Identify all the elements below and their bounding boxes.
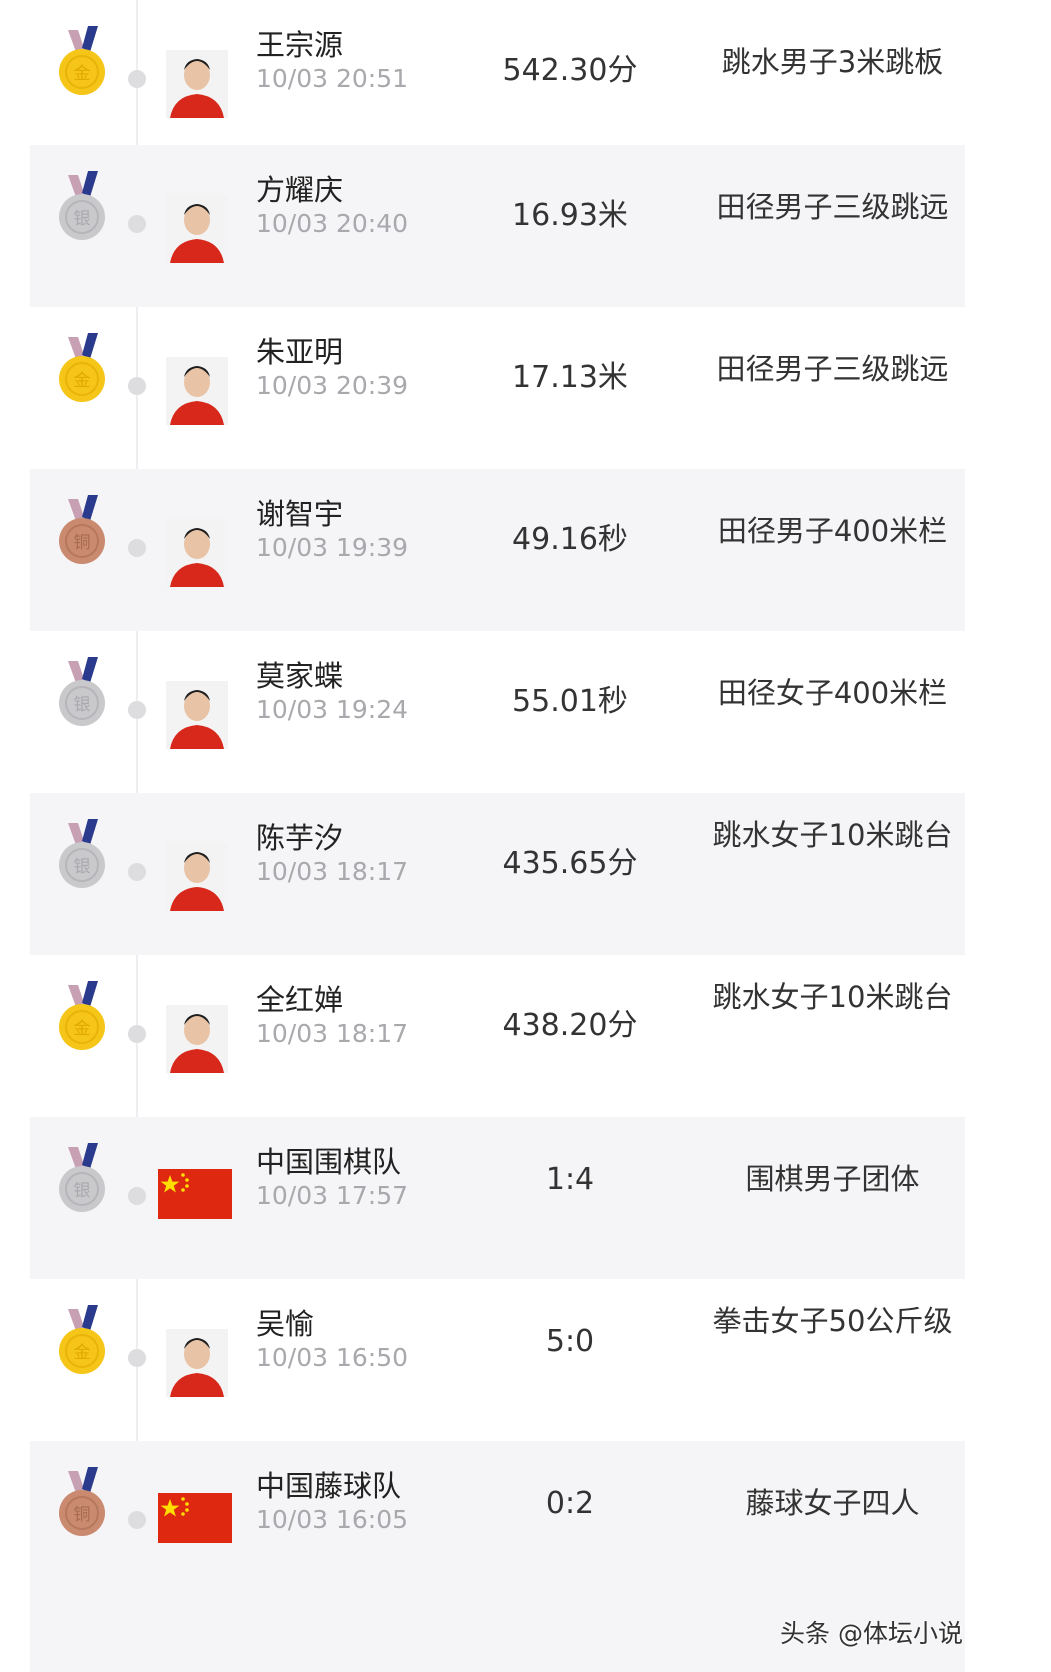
result-score: 1:4 [545,1162,595,1197]
medal-row[interactable]: 铜 谢智宇 10/03 19:39 49.16秒 田径男子400米栏 [30,469,965,631]
athlete-name: 谢智宇 [256,497,344,531]
athlete-avatar [166,50,228,118]
result-time: 10/03 20:51 [256,64,409,93]
event-name: 围棋男子团体 [745,1162,920,1196]
timeline-dot [128,1511,146,1529]
result-score: 435.65分 [502,846,638,881]
china-flag-icon [158,1493,232,1543]
medal-label: 铜 [74,533,91,553]
china-flag-icon [158,1169,232,1219]
athlete-name: 王宗源 [256,28,344,62]
timeline-dot [128,70,146,88]
athlete-avatar [166,1329,228,1397]
result-time: 10/03 17:57 [256,1181,409,1210]
medal-row[interactable]: 金 朱亚明 10/03 20:39 17.13米 田径男子三级跳远 [30,307,965,469]
medal-icon: 铜 [58,491,106,569]
event-name: 跳水男子3米跳板 [721,45,944,79]
medal-row[interactable]: 银 莫家蝶 10/03 19:24 55.01秒 田径女子400米栏 [30,631,965,793]
athlete-avatar [166,843,228,911]
team-name: 中国围棋队 [256,1145,402,1179]
result-time: 10/03 20:40 [256,209,409,238]
athlete-avatar [166,1005,228,1073]
athlete-name: 全红婵 [256,983,344,1017]
medal-row[interactable]: 银 陈芋汐 10/03 18:17 435.65分 跳水女子10米跳台 [30,793,965,955]
result-score: 0:2 [545,1486,595,1521]
result-time: 10/03 19:39 [256,533,409,562]
medal-label: 银 [74,1181,91,1201]
medal-icon: 银 [58,1139,106,1217]
medal-row[interactable]: 银 中国围棋队 10/03 17:57 1:4 围棋男子团体 [30,1117,965,1279]
athlete-avatar [166,681,228,749]
result-score: 542.30分 [502,53,638,88]
timeline-dot [128,1025,146,1043]
medal-label: 银 [74,695,91,715]
team-name: 中国藤球队 [256,1469,402,1503]
medal-label: 金 [74,1343,91,1363]
athlete-name: 方耀庆 [256,173,344,207]
medal-icon: 金 [58,1301,106,1379]
athlete-name: 莫家蝶 [256,659,344,693]
athlete-avatar [166,195,228,263]
medal-icon: 金 [58,329,106,407]
medal-row[interactable]: 金 王宗源 10/03 20:51 542.30分 跳水男子3米跳板 [30,0,965,162]
event-name: 拳击女子50公斤级 [712,1304,953,1338]
result-time: 10/03 18:17 [256,857,409,886]
timeline-dot [128,539,146,557]
medal-icon: 金 [58,977,106,1055]
medal-icon: 金 [58,22,106,100]
event-name: 跳水女子10米跳台 [712,818,953,852]
watermark: 头条 @体坛小说 [780,1619,963,1648]
result-time: 10/03 20:39 [256,371,409,400]
medal-label: 金 [74,371,91,391]
result-time: 10/03 16:50 [256,1343,409,1372]
event-name: 跳水女子10米跳台 [712,980,953,1014]
timeline-dot [128,1349,146,1367]
medal-row[interactable]: 银 方耀庆 10/03 20:40 16.93米 田径男子三级跳远 [30,145,965,307]
medal-row[interactable]: 金 全红婵 10/03 18:17 438.20分 跳水女子10米跳台 [30,955,965,1117]
timeline-dot [128,215,146,233]
timeline-dot [128,1187,146,1205]
result-score: 55.01秒 [512,684,628,719]
medal-label: 金 [74,1019,91,1039]
timeline-dot [128,377,146,395]
event-name: 田径男子三级跳远 [716,352,949,386]
medal-label: 银 [74,209,91,229]
medal-icon: 银 [58,815,106,893]
medal-icon: 银 [58,167,106,245]
athlete-avatar [166,519,228,587]
medal-label: 金 [74,64,91,84]
athlete-avatar [166,357,228,425]
result-time: 10/03 16:05 [256,1505,409,1534]
medal-icon: 银 [58,653,106,731]
event-name: 田径男子400米栏 [717,514,948,548]
event-name: 田径女子400米栏 [717,676,948,710]
result-score: 5:0 [545,1324,595,1359]
athlete-name: 陈芋汐 [256,821,344,855]
result-score: 17.13米 [512,360,628,395]
timeline-dot [128,863,146,881]
event-name: 藤球女子四人 [745,1486,920,1520]
medal-label: 银 [74,857,91,877]
timeline-dot [128,701,146,719]
medal-row[interactable]: 金 吴愉 10/03 16:50 5:0 拳击女子50公斤级 [30,1279,965,1441]
result-score: 438.20分 [502,1008,638,1043]
result-time: 10/03 19:24 [256,695,409,724]
result-score: 49.16秒 [512,522,628,557]
event-name: 田径男子三级跳远 [716,190,949,224]
athlete-name: 朱亚明 [256,335,344,369]
result-score: 16.93米 [512,198,628,233]
medal-icon: 铜 [58,1463,106,1541]
result-time: 10/03 18:17 [256,1019,409,1048]
athlete-name: 吴愉 [256,1307,315,1341]
medal-label: 铜 [74,1505,91,1525]
